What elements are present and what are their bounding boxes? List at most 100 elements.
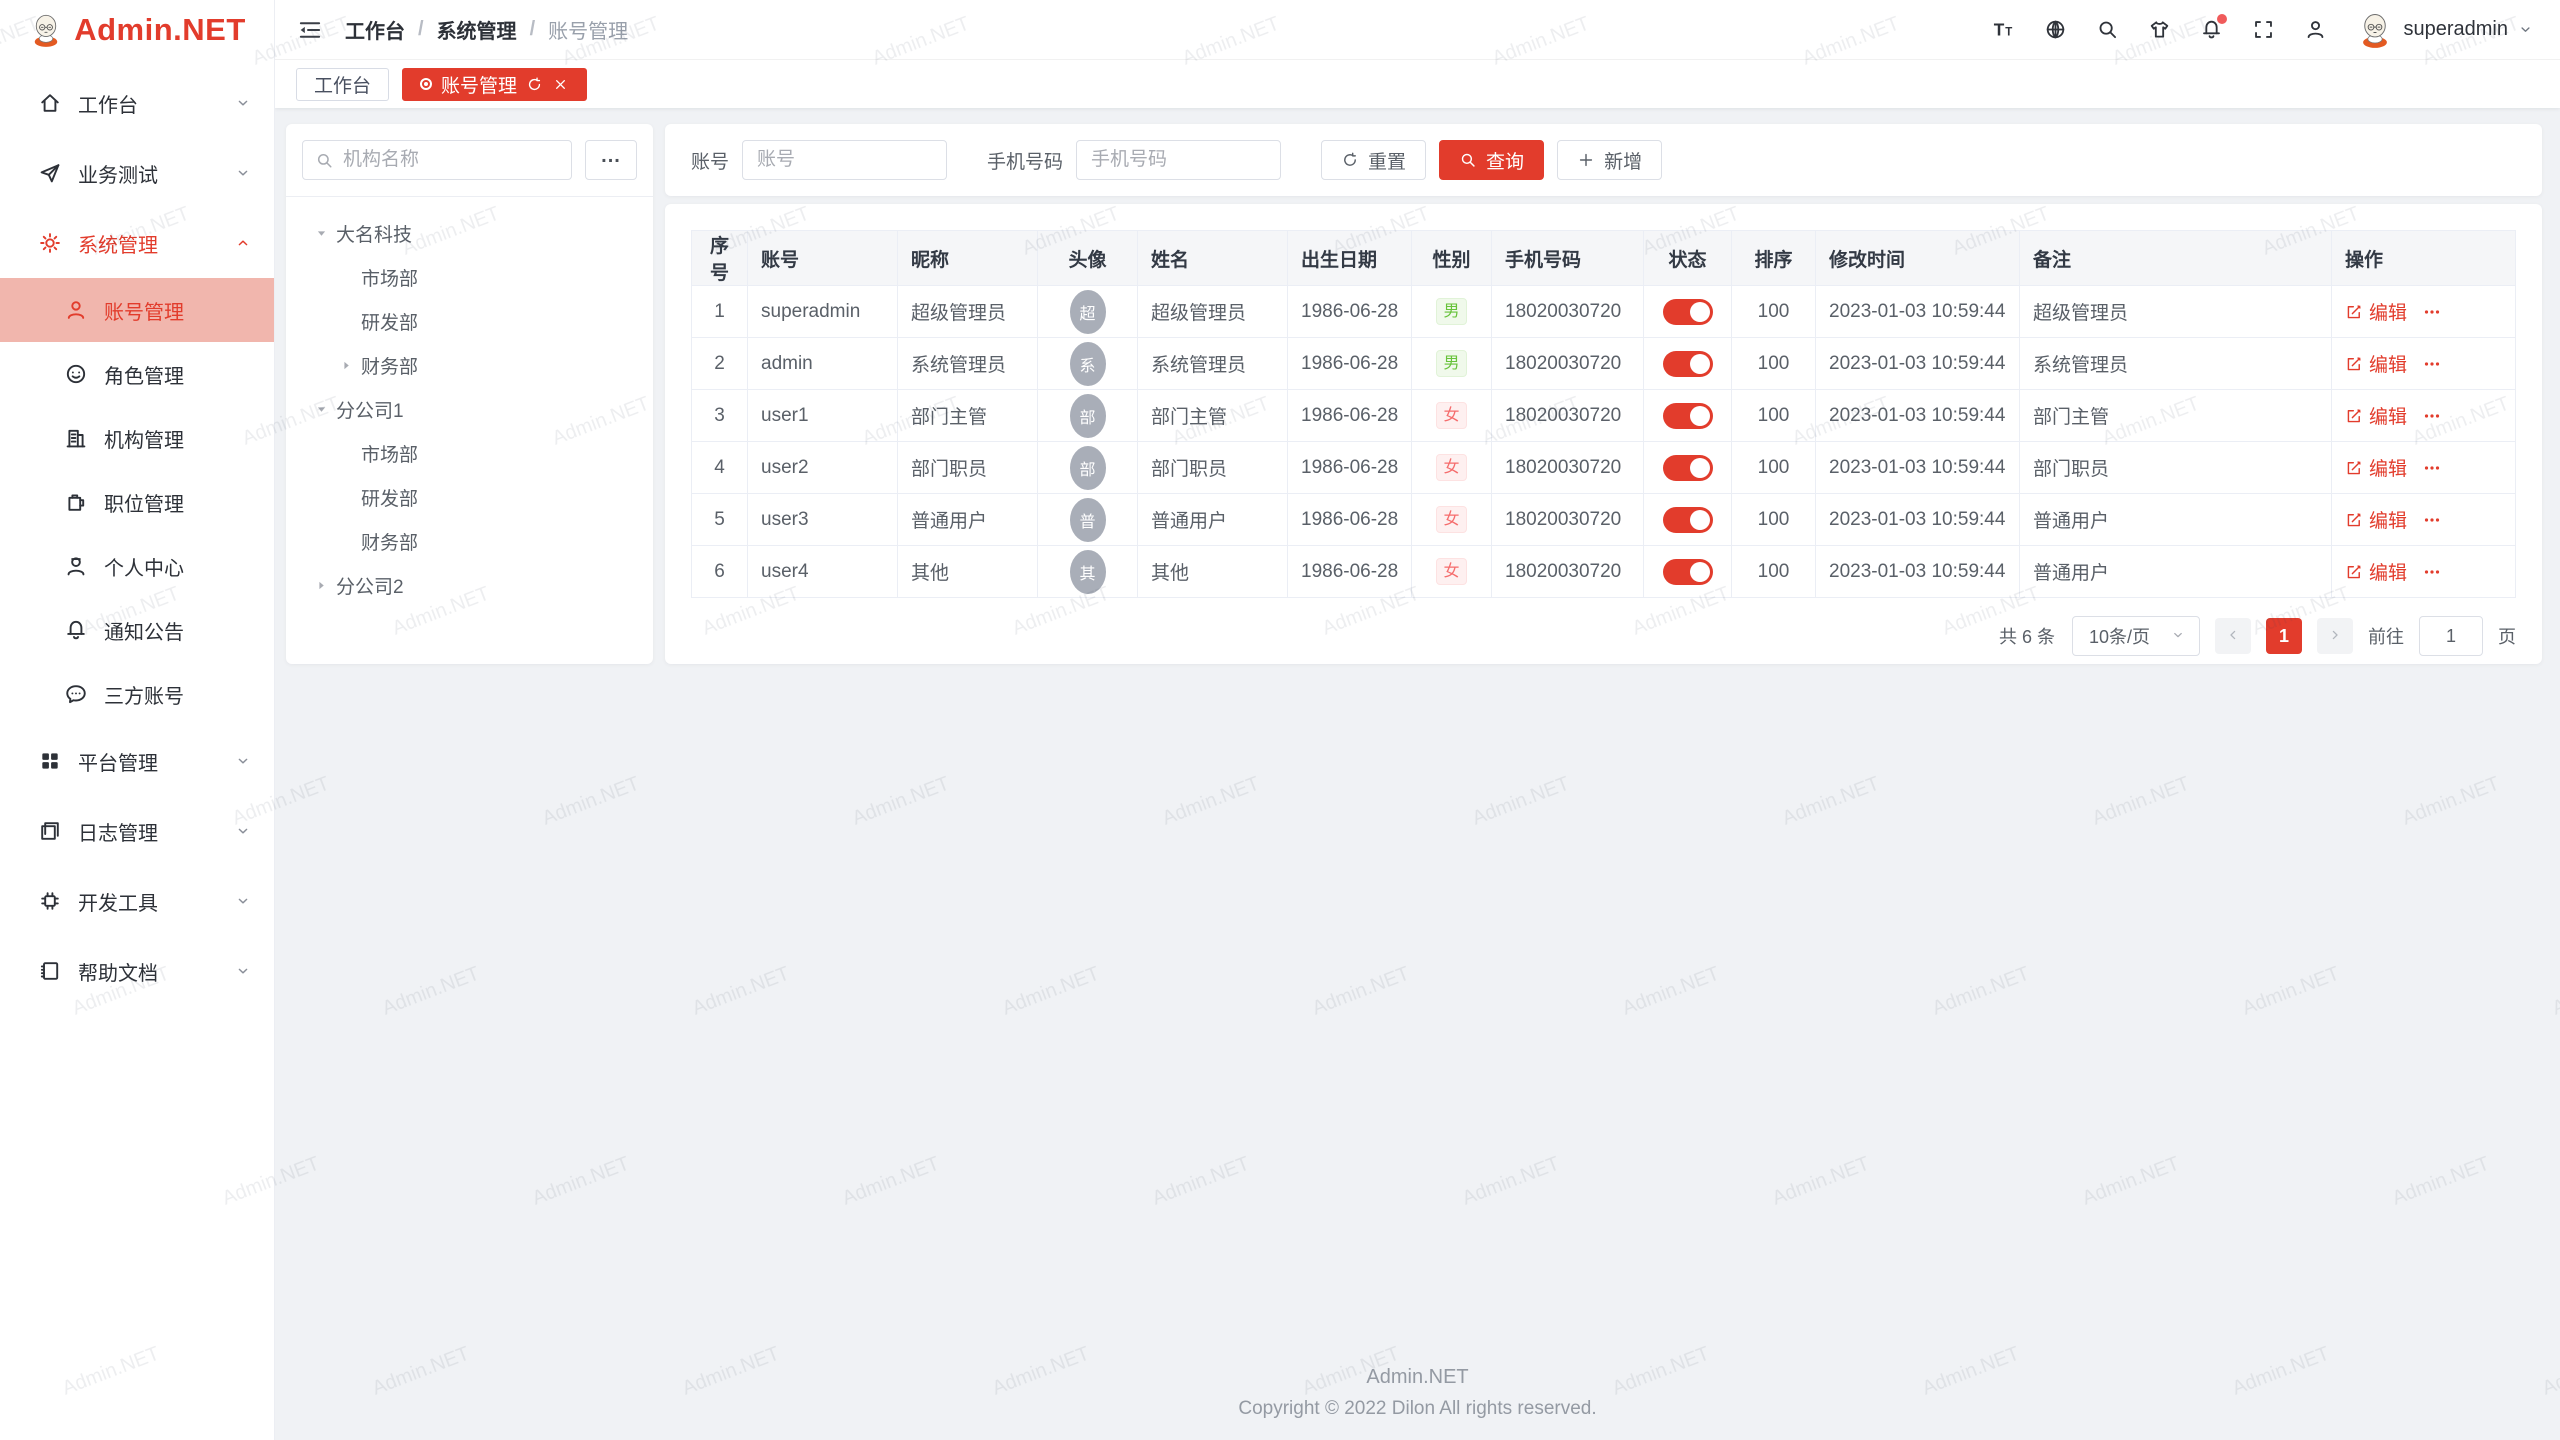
app-logo[interactable]: Admin.NET [0, 0, 274, 60]
chevron-down-icon [234, 962, 252, 980]
sidebar-item-log-management[interactable]: 日志管理 [0, 796, 274, 866]
tree-node[interactable]: 市场部 [286, 431, 653, 475]
search-icon[interactable] [2096, 18, 2119, 41]
font-size-icon[interactable]: TT [1992, 18, 2015, 41]
tab-账号管理[interactable]: 账号管理 [402, 68, 587, 101]
edit-icon [2345, 355, 2363, 373]
query-button[interactable]: 查询 [1439, 140, 1544, 180]
status-toggle[interactable] [1663, 403, 1713, 429]
cell-birthdate: 1986-06-28 [1288, 546, 1412, 598]
sidebar-item-platform-management[interactable]: 平台管理 [0, 726, 274, 796]
sidebar-subitem-personal-center[interactable]: 个人中心 [0, 534, 274, 598]
tab-工作台[interactable]: 工作台 [296, 68, 389, 101]
tree-node[interactable]: 财务部 [286, 343, 653, 387]
tree-caret-spacer [339, 488, 361, 506]
page-size-select[interactable]: 10条/页 [2072, 616, 2200, 656]
watermark-text: Admin.NET [539, 772, 643, 830]
reset-button[interactable]: 重置 [1321, 140, 1426, 180]
more-actions-button[interactable] [2422, 354, 2442, 374]
status-toggle[interactable] [1663, 559, 1713, 585]
status-toggle[interactable] [1663, 299, 1713, 325]
status-toggle[interactable] [1663, 351, 1713, 377]
more-actions-button[interactable] [2422, 458, 2442, 478]
edit-button[interactable]: 编辑 [2345, 506, 2407, 533]
column-header: 备注 [2020, 231, 2332, 286]
phone-input[interactable] [1076, 140, 1281, 180]
tree-node[interactable]: 分公司1 [286, 387, 653, 431]
cell-birthdate: 1986-06-28 [1288, 338, 1412, 390]
cell-modify-time: 2023-01-03 10:59:44 [1816, 390, 2020, 442]
account-input[interactable] [742, 140, 947, 180]
watermark-text: Admin.NET [1929, 962, 2033, 1020]
tree-node-label: 大名科技 [336, 220, 412, 247]
edit-button[interactable]: 编辑 [2345, 350, 2407, 377]
edit-button[interactable]: 编辑 [2345, 402, 2407, 429]
page-number-button[interactable]: 1 [2266, 618, 2302, 654]
cell-phone: 18020030720 [1492, 546, 1644, 598]
language-icon[interactable] [2044, 18, 2067, 41]
org-tree-panel: ... 大名科技市场部研发部财务部分公司1市场部研发部财务部分公司2 [286, 124, 653, 664]
tree-expand-icon[interactable] [339, 356, 361, 374]
sidebar-subitem-notice-announcement[interactable]: 通知公告 [0, 598, 274, 662]
language-icon [2044, 18, 2067, 41]
sidebar-subitem-account-management[interactable]: 账号管理 [0, 278, 274, 342]
sidebar-subitem-position-management[interactable]: 职位管理 [0, 470, 274, 534]
tree-expand-icon[interactable] [314, 400, 336, 418]
sidebar-subitem-label: 通知公告 [104, 616, 252, 645]
fullscreen-icon[interactable] [2252, 18, 2275, 41]
navbar-actions: TT superadmin [1992, 11, 2534, 49]
add-button[interactable]: 新增 [1557, 140, 1662, 180]
sidebar-item-help-docs[interactable]: 帮助文档 [0, 936, 274, 1006]
notification-icon[interactable] [2200, 18, 2223, 41]
theme-icon[interactable] [2148, 18, 2171, 41]
menu-fold-icon[interactable] [297, 17, 323, 43]
tree-node[interactable]: 研发部 [286, 475, 653, 519]
tree-node[interactable]: 市场部 [286, 255, 653, 299]
tree-node-label: 研发部 [361, 484, 418, 511]
cell-index: 4 [692, 442, 748, 494]
more-actions-button[interactable] [2422, 406, 2442, 426]
more-actions-button[interactable] [2422, 302, 2442, 322]
watermark-text: Admin.NET [2549, 962, 2560, 1020]
org-more-button[interactable]: ... [585, 140, 637, 180]
monk-avatar-icon [2356, 11, 2394, 49]
tree-expand-icon[interactable] [314, 224, 336, 242]
next-page-button[interactable] [2317, 618, 2353, 654]
edit-button[interactable]: 编辑 [2345, 298, 2407, 325]
chevron-down-icon [234, 822, 252, 840]
breadcrumb-item[interactable]: 系统管理 [437, 15, 517, 44]
sidebar-item-workbench[interactable]: 工作台 [0, 68, 274, 138]
prev-page-button[interactable] [2215, 618, 2251, 654]
sidebar-subitem-third-party-account[interactable]: 三方账号 [0, 662, 274, 726]
status-toggle[interactable] [1663, 507, 1713, 533]
table-row: 1superadmin超级管理员超超级管理员1986-06-28男1802003… [692, 286, 2516, 338]
sidebar-subitem-org-management[interactable]: 机构管理 [0, 406, 274, 470]
watermark-text: Admin.NET [2389, 1152, 2493, 1210]
tree-node[interactable]: 财务部 [286, 519, 653, 563]
status-toggle[interactable] [1663, 455, 1713, 481]
tree-node[interactable]: 大名科技 [286, 211, 653, 255]
tree-node[interactable]: 研发部 [286, 299, 653, 343]
org-search-input[interactable] [343, 149, 559, 171]
edit-button[interactable]: 编辑 [2345, 558, 2407, 585]
sidebar-subitem-role-management[interactable]: 角色管理 [0, 342, 274, 406]
more-actions-button[interactable] [2422, 562, 2442, 582]
cell-name: 部门职员 [1138, 442, 1288, 494]
user-menu[interactable]: superadmin [2356, 11, 2534, 49]
profile-icon[interactable] [2304, 18, 2327, 41]
goto-page-input[interactable] [2419, 616, 2483, 656]
sidebar-item-dev-tools[interactable]: 开发工具 [0, 866, 274, 936]
breadcrumb-item[interactable]: 工作台 [345, 15, 405, 44]
tree-expand-icon[interactable] [314, 576, 336, 594]
tree-node[interactable]: 分公司2 [286, 563, 653, 607]
sidebar-item-system-management[interactable]: 系统管理 [0, 208, 274, 278]
sidebar-item-label: 工作台 [78, 89, 234, 118]
edit-button[interactable]: 编辑 [2345, 454, 2407, 481]
more-actions-button[interactable] [2422, 510, 2442, 530]
chevron-down-icon [234, 164, 252, 182]
sidebar-item-business-test[interactable]: 业务测试 [0, 138, 274, 208]
cell-actions: 编辑 [2332, 494, 2516, 546]
column-header: 头像 [1038, 231, 1138, 286]
chevron-left-icon [2224, 627, 2242, 645]
query-label: 查询 [1486, 147, 1524, 174]
